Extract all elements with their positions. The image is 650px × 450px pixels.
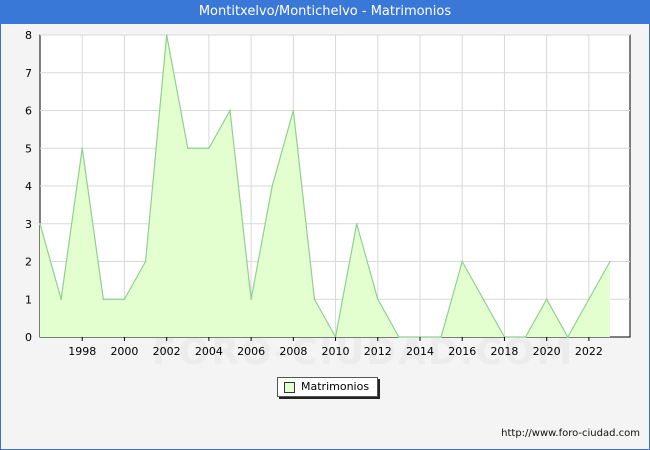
data-point bbox=[440, 336, 442, 338]
data-point bbox=[461, 260, 464, 263]
x-tick-label: 2002 bbox=[153, 345, 181, 358]
data-point bbox=[144, 260, 147, 263]
x-tick-label: 2012 bbox=[364, 345, 392, 358]
data-point bbox=[566, 336, 569, 338]
data-point bbox=[102, 298, 105, 301]
x-tick-label: 2000 bbox=[110, 345, 138, 358]
data-point bbox=[60, 298, 62, 301]
data-point bbox=[250, 298, 252, 301]
data-point bbox=[482, 298, 485, 301]
y-tick-label: 7 bbox=[25, 67, 32, 80]
data-point bbox=[524, 336, 527, 338]
data-point bbox=[588, 298, 590, 301]
x-tick-label: 2014 bbox=[406, 345, 434, 358]
legend: Matrimonios bbox=[277, 377, 379, 397]
y-tick-label: 2 bbox=[25, 256, 32, 269]
data-point bbox=[186, 147, 189, 150]
data-point bbox=[123, 298, 126, 301]
x-tick-label: 2020 bbox=[533, 345, 561, 358]
y-tick-label: 1 bbox=[25, 293, 32, 306]
data-point bbox=[398, 336, 400, 338]
data-point bbox=[609, 260, 611, 263]
data-point bbox=[545, 298, 548, 301]
y-tick-label: 6 bbox=[25, 105, 32, 118]
x-tick-label: 2006 bbox=[237, 345, 265, 358]
data-point bbox=[39, 222, 41, 225]
x-tick-label: 2018 bbox=[490, 345, 518, 358]
y-tick-label: 4 bbox=[25, 180, 32, 193]
x-tick-label: 2004 bbox=[195, 345, 223, 358]
data-point bbox=[271, 185, 274, 187]
data-point bbox=[292, 109, 295, 112]
data-point bbox=[229, 109, 231, 112]
x-tick-label: 1998 bbox=[68, 345, 96, 358]
legend-label: Matrimonios bbox=[301, 380, 370, 393]
data-point bbox=[313, 298, 316, 301]
x-tick-label: 2008 bbox=[279, 345, 307, 358]
x-tick-label: 2022 bbox=[575, 345, 603, 358]
y-tick-label: 5 bbox=[25, 142, 32, 155]
data-point bbox=[165, 34, 168, 36]
y-tick-label: 0 bbox=[25, 331, 32, 344]
data-point bbox=[208, 147, 210, 150]
data-point bbox=[355, 222, 358, 225]
x-axis: 1998 2000 2002 2004 2006 2008 2010 2012 2014 2016… bbox=[68, 337, 603, 358]
y-tick-label: 3 bbox=[25, 218, 32, 231]
x-tick-label: 2016 bbox=[448, 345, 476, 358]
footer-url: http://www.foro-ciudad.com bbox=[501, 428, 640, 439]
y-axis: 0 1 2 3 4 5 6 7 8 bbox=[25, 29, 32, 344]
y-tick-label: 8 bbox=[25, 29, 32, 42]
data-point bbox=[81, 147, 84, 150]
data-point bbox=[376, 298, 379, 301]
legend-swatch bbox=[284, 381, 295, 393]
x-tick-label: 2010 bbox=[322, 345, 350, 358]
